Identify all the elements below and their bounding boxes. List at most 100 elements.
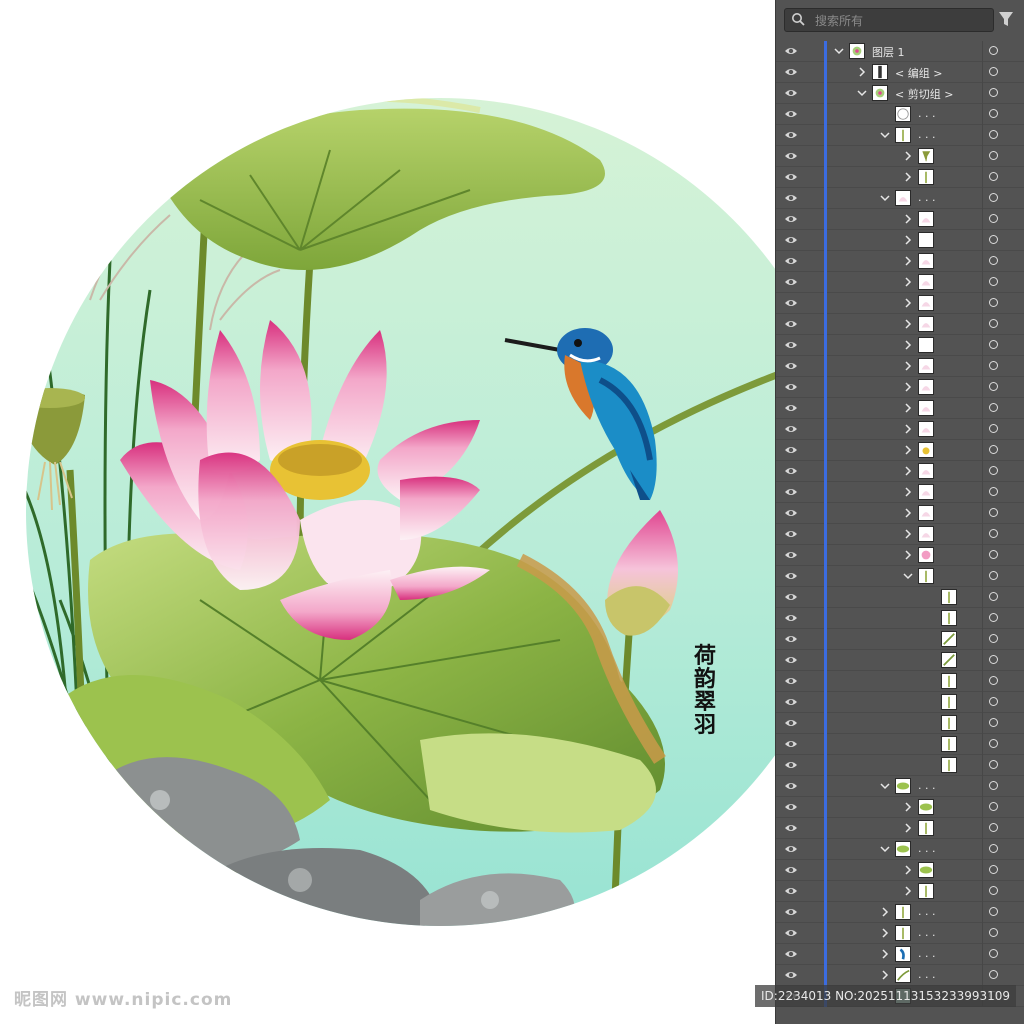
layer-row[interactable] <box>776 461 1024 482</box>
layer-row[interactable]: . . . <box>776 902 1024 923</box>
lock-toggle[interactable] <box>805 902 821 922</box>
layer-row[interactable] <box>776 797 1024 818</box>
target-circle-icon[interactable] <box>989 340 998 349</box>
chevron-down-icon[interactable] <box>880 193 890 203</box>
target-circle-icon[interactable] <box>989 214 998 223</box>
stem-thumbnail[interactable] <box>918 820 934 836</box>
layer-name[interactable]: . . . <box>918 968 935 981</box>
layer-row[interactable] <box>776 167 1024 188</box>
search-input[interactable] <box>813 11 987 31</box>
lock-toggle[interactable] <box>805 188 821 208</box>
eye-visibility-icon[interactable] <box>784 570 798 582</box>
target-circle-icon[interactable] <box>989 172 998 181</box>
layer-row[interactable] <box>776 692 1024 713</box>
target-circle-icon[interactable] <box>989 193 998 202</box>
target-circle-icon[interactable] <box>989 550 998 559</box>
layer-row[interactable] <box>776 146 1024 167</box>
lock-toggle[interactable] <box>805 650 821 670</box>
chevron-right-icon[interactable] <box>903 235 913 245</box>
chevron-down-icon[interactable] <box>834 46 844 56</box>
chevron-right-icon[interactable] <box>903 508 913 518</box>
chevron-right-icon[interactable] <box>880 928 890 938</box>
layer-name[interactable]: . . . <box>918 926 935 939</box>
chevron-right-icon[interactable] <box>903 529 913 539</box>
eye-visibility-icon[interactable] <box>784 906 798 918</box>
target-circle-icon[interactable] <box>989 508 998 517</box>
layer-row[interactable] <box>776 419 1024 440</box>
chevron-right-icon[interactable] <box>903 865 913 875</box>
chevron-right-icon[interactable] <box>903 886 913 896</box>
lock-toggle[interactable] <box>805 167 821 187</box>
layer-row[interactable] <box>776 314 1024 335</box>
lock-toggle[interactable] <box>805 104 821 124</box>
chevron-right-icon[interactable] <box>903 277 913 287</box>
target-circle-icon[interactable] <box>989 865 998 874</box>
target-circle-icon[interactable] <box>989 802 998 811</box>
eye-visibility-icon[interactable] <box>784 423 798 435</box>
layer-row[interactable] <box>776 377 1024 398</box>
lock-toggle[interactable] <box>805 524 821 544</box>
target-circle-icon[interactable] <box>989 949 998 958</box>
petal-thumbnail[interactable] <box>918 484 934 500</box>
eye-visibility-icon[interactable] <box>784 402 798 414</box>
chevron-right-icon[interactable] <box>857 67 867 77</box>
eye-visibility-icon[interactable] <box>784 381 798 393</box>
layer-row[interactable]: . . . <box>776 188 1024 209</box>
eye-visibility-icon[interactable] <box>784 864 798 876</box>
target-circle-icon[interactable] <box>989 403 998 412</box>
leaf-thumbnail[interactable] <box>918 862 934 878</box>
chevron-right-icon[interactable] <box>880 949 890 959</box>
pod-yellow-thumbnail[interactable] <box>918 442 934 458</box>
eye-visibility-icon[interactable] <box>784 654 798 666</box>
eye-visibility-icon[interactable] <box>784 234 798 246</box>
chevron-right-icon[interactable] <box>903 172 913 182</box>
stem-thumbnail[interactable] <box>918 169 934 185</box>
lock-toggle[interactable] <box>805 209 821 229</box>
stem-thumbnail[interactable] <box>895 127 911 143</box>
bird-thumbnail[interactable] <box>895 946 911 962</box>
layer-name[interactable]: < 剪切组 > <box>895 86 953 102</box>
lock-toggle[interactable] <box>805 776 821 796</box>
layer-name[interactable]: . . . <box>918 905 935 918</box>
layer-row[interactable]: . . . <box>776 839 1024 860</box>
leaf-thumbnail[interactable] <box>895 841 911 857</box>
eye-visibility-icon[interactable] <box>784 255 798 267</box>
eye-visibility-icon[interactable] <box>784 276 798 288</box>
eye-visibility-icon[interactable] <box>784 150 798 162</box>
layer-name[interactable]: . . . <box>918 779 935 792</box>
target-circle-icon[interactable] <box>989 256 998 265</box>
eye-visibility-icon[interactable] <box>784 780 798 792</box>
grass-thumbnail[interactable] <box>941 631 957 647</box>
layer-name[interactable]: . . . <box>918 842 935 855</box>
layer-row[interactable]: < 剪切组 > <box>776 83 1024 104</box>
stem-thumbnail[interactable] <box>941 757 957 773</box>
layer-name[interactable]: . . . <box>918 191 935 204</box>
petal-thumbnail[interactable] <box>918 379 934 395</box>
eye-visibility-icon[interactable] <box>784 948 798 960</box>
chevron-right-icon[interactable] <box>880 907 890 917</box>
layer-row[interactable] <box>776 482 1024 503</box>
lock-toggle[interactable] <box>805 146 821 166</box>
chevron-right-icon[interactable] <box>903 319 913 329</box>
lock-toggle[interactable] <box>805 440 821 460</box>
eye-visibility-icon[interactable] <box>784 213 798 225</box>
layer-row[interactable] <box>776 398 1024 419</box>
stem-thumbnail[interactable] <box>941 589 957 605</box>
layer-row[interactable]: . . . <box>776 104 1024 125</box>
lock-toggle[interactable] <box>805 566 821 586</box>
eye-visibility-icon[interactable] <box>784 738 798 750</box>
chevron-right-icon[interactable] <box>903 823 913 833</box>
chevron-right-icon[interactable] <box>880 970 890 980</box>
petal-thumbnail[interactable] <box>918 358 934 374</box>
target-circle-icon[interactable] <box>989 781 998 790</box>
chevron-right-icon[interactable] <box>903 487 913 497</box>
eye-visibility-icon[interactable] <box>784 66 798 78</box>
eye-visibility-icon[interactable] <box>784 444 798 456</box>
chevron-right-icon[interactable] <box>903 256 913 266</box>
lock-toggle[interactable] <box>805 272 821 292</box>
lock-toggle[interactable] <box>805 734 821 754</box>
target-circle-icon[interactable] <box>989 46 998 55</box>
stem-thumbnail[interactable] <box>941 694 957 710</box>
lock-toggle[interactable] <box>805 377 821 397</box>
layer-row[interactable] <box>776 335 1024 356</box>
